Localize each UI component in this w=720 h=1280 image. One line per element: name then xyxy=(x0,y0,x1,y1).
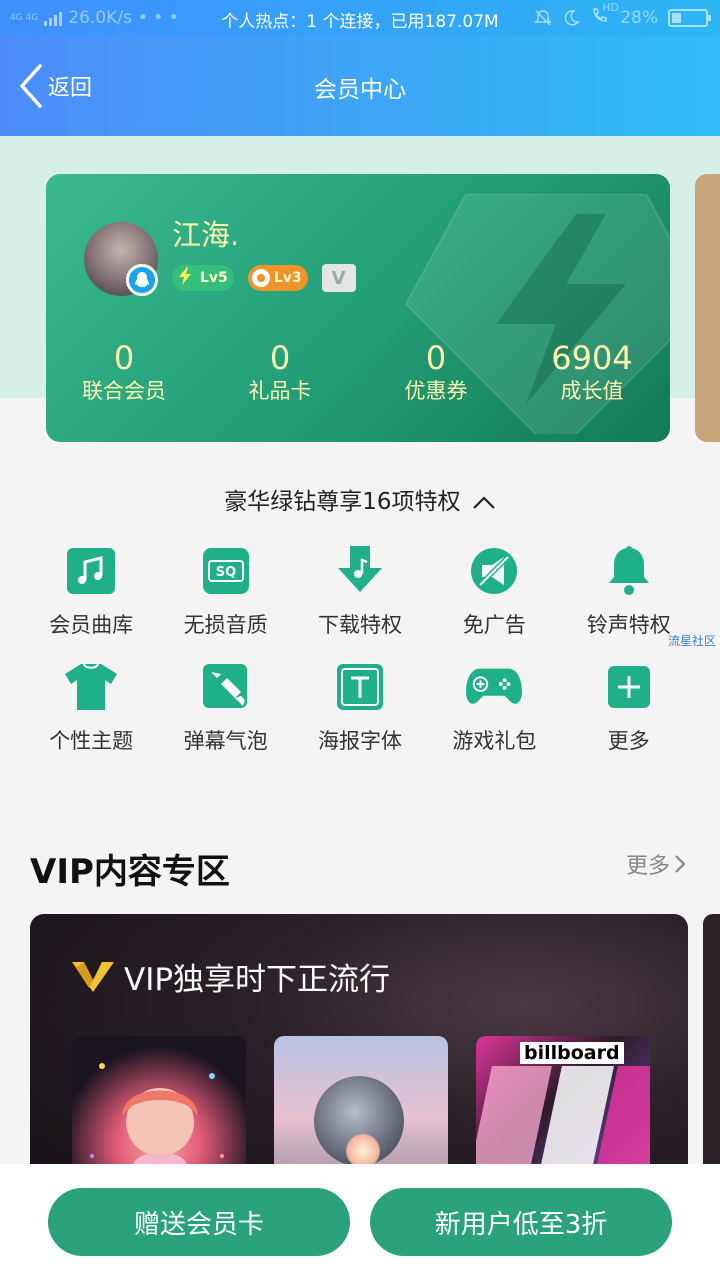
page-title: 会员中心 xyxy=(314,77,406,103)
stat-growth[interactable]: 6904 成长值 xyxy=(514,340,670,406)
privileges-toggle[interactable]: 豪华绿钻尊享16项特权 xyxy=(0,482,720,516)
privilege-label: 个性主题 xyxy=(49,729,134,753)
vip-more-link[interactable]: 更多 xyxy=(626,848,686,880)
green-level-label: Lv5 xyxy=(200,270,228,286)
download-icon xyxy=(332,545,388,597)
privilege-label: 游戏礼包 xyxy=(452,729,537,753)
stat-value: 0 xyxy=(113,339,135,377)
plus-icon xyxy=(601,661,657,713)
stat-gift-card[interactable]: 0 礼品卡 xyxy=(202,340,358,406)
stat-value: 0 xyxy=(269,339,291,377)
privilege-label: 无损音质 xyxy=(183,613,268,637)
bubble-icon xyxy=(198,661,254,713)
member-card[interactable]: 江海. Lv5 Lv3 V 0 联合会员 0 礼品卡 0 优惠券 6904 成长… xyxy=(46,174,670,442)
privilege-label: 免广告 xyxy=(462,613,526,637)
privilege-music-library[interactable]: 会员曲库 xyxy=(24,545,158,661)
privilege-label: 更多 xyxy=(607,729,650,753)
more-label: 更多 xyxy=(625,854,670,879)
qq-icon xyxy=(126,264,158,296)
vip-section-title: VIP内容专区 xyxy=(30,852,230,892)
green-level-badge[interactable]: Lv5 xyxy=(172,265,234,291)
battery-icon xyxy=(668,8,711,27)
glow-artwork xyxy=(346,1134,380,1168)
privilege-lossless[interactable]: SQ 无损音质 xyxy=(158,545,292,661)
music-level-badge[interactable]: Lv3 xyxy=(247,265,308,291)
stat-value: 0 xyxy=(425,339,447,377)
bell-icon xyxy=(601,545,657,597)
disc-icon xyxy=(251,269,270,287)
battery-percent: 28% xyxy=(620,7,658,28)
privilege-more[interactable]: 更多 xyxy=(562,661,696,777)
watermark: 流星社区 xyxy=(668,634,717,648)
privilege-label: 海报字体 xyxy=(317,729,402,753)
stat-coupon[interactable]: 0 优惠券 xyxy=(358,340,514,406)
billboard-logo: billboard xyxy=(520,1042,624,1064)
next-member-card[interactable] xyxy=(695,174,720,442)
lightning-icon xyxy=(176,266,196,290)
privilege-label: 铃声特权 xyxy=(586,613,671,637)
vip-badge[interactable]: V xyxy=(321,264,356,292)
username: 江海. xyxy=(172,218,240,252)
member-stats: 0 联合会员 0 礼品卡 0 优惠券 6904 成长值 xyxy=(46,340,670,406)
music-level-label: Lv3 xyxy=(273,270,302,286)
privilege-theme[interactable]: 个性主题 xyxy=(24,661,158,777)
privilege-label: 会员曲库 xyxy=(49,613,134,637)
stat-label: 成长值 xyxy=(560,379,624,403)
vip-v-logo-icon xyxy=(72,961,114,992)
no-ads-icon xyxy=(466,545,522,597)
chevron-up-icon xyxy=(473,495,495,509)
privilege-no-ads[interactable]: 免广告 xyxy=(427,545,561,661)
chevron-right-icon xyxy=(675,855,686,873)
bottom-action-bar: 赠送会员卡 新用户低至3折 xyxy=(0,1164,720,1280)
tshirt-icon xyxy=(63,661,119,713)
hd-call-icon: HD xyxy=(590,1,619,28)
svg-text:SQ: SQ xyxy=(215,565,235,580)
privilege-label: 弹幕气泡 xyxy=(183,729,268,753)
gamepad-icon xyxy=(466,661,523,713)
privilege-game-gift[interactable]: 游戏礼包 xyxy=(427,661,561,777)
stat-label: 礼品卡 xyxy=(248,379,312,403)
privilege-danmaku-bubble[interactable]: 弹幕气泡 xyxy=(158,661,292,777)
privileges-grid: 会员曲库 SQ 无损音质 下载特权 免广告 铃声特权 个性主题 弹幕气泡 海报字… xyxy=(24,545,696,777)
status-right: HD 28% xyxy=(534,1,711,28)
banner-title: VIP独享时下正流行 xyxy=(124,962,391,998)
level-badges: Lv5 Lv3 V xyxy=(172,264,356,292)
privilege-download[interactable]: 下载特权 xyxy=(293,545,427,661)
privileges-title: 豪华绿钻尊享16项特权 xyxy=(224,489,461,515)
stat-label: 优惠券 xyxy=(404,379,468,403)
stat-label: 联合会员 xyxy=(82,379,166,403)
new-user-discount-button[interactable]: 新用户低至3折 xyxy=(370,1188,672,1256)
stat-value: 6904 xyxy=(551,339,633,377)
music-note-icon xyxy=(63,545,119,597)
privilege-poster-font[interactable]: 海报字体 xyxy=(293,661,427,777)
vip-badge-label: V xyxy=(331,267,346,289)
hd-label: HD xyxy=(602,1,619,14)
stat-joint-membership[interactable]: 0 联合会员 xyxy=(46,340,202,406)
sq-icon: SQ xyxy=(198,545,254,597)
mute-icon xyxy=(534,9,553,26)
nav-bar: 返回 会员中心 xyxy=(0,36,720,136)
font-icon xyxy=(332,661,388,713)
status-bar: 4G 4G 26.0K/s • • • 个人热点：1 个连接，已用187.07M… xyxy=(0,0,720,36)
banner-header[interactable]: VIP独享时下正流行 xyxy=(72,954,390,999)
moon-icon xyxy=(564,9,580,26)
privilege-label: 下载特权 xyxy=(317,613,402,637)
gift-card-button[interactable]: 赠送会员卡 xyxy=(48,1188,350,1256)
